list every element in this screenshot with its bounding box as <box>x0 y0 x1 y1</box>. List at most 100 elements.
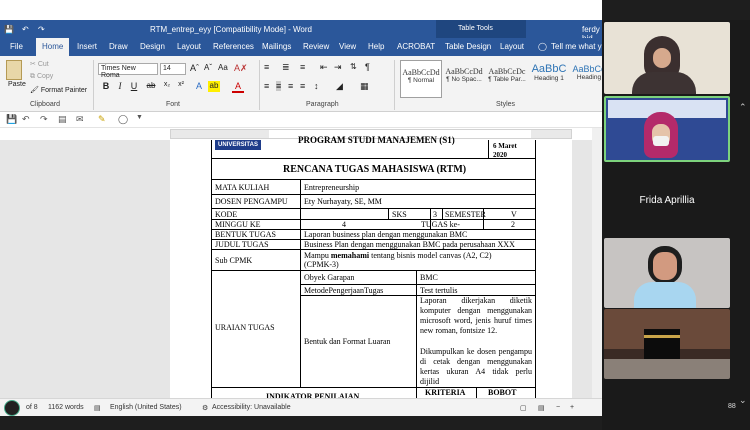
undo-icon[interactable]: ↶ <box>22 114 30 125</box>
increase-indent-icon[interactable]: ⇥ <box>334 62 342 73</box>
chevron-down-icon[interactable]: ⌄ <box>739 395 747 406</box>
borders-icon[interactable]: ▦ <box>360 81 369 92</box>
save-icon[interactable]: 💾 <box>6 114 17 125</box>
email-icon[interactable]: ✉ <box>76 114 84 125</box>
style-normal[interactable]: AaBbCcDd ¶ Normal <box>400 60 442 98</box>
highlighter-icon[interactable]: ✎ <box>98 114 106 125</box>
undo-icon[interactable]: ↶ <box>22 25 29 34</box>
shapes-icon[interactable]: ◯ <box>118 114 128 125</box>
tab-insert[interactable]: Insert <box>77 42 97 51</box>
redo-icon[interactable]: ↷ <box>38 25 45 34</box>
tab-home[interactable]: Home <box>36 38 70 56</box>
participant-video-2[interactable] <box>604 96 730 162</box>
semester-value[interactable]: V <box>511 210 517 219</box>
align-left-icon[interactable]: ≡ <box>264 81 269 91</box>
participant-face <box>653 252 677 280</box>
redo-icon[interactable]: ↷ <box>40 114 48 125</box>
word-count[interactable]: 1162 words <box>48 404 84 411</box>
style-heading-1[interactable]: AaBbC Heading 1 <box>528 60 570 98</box>
zoom-in-icon[interactable]: + <box>570 404 574 411</box>
align-center-icon[interactable]: ≡ <box>276 81 282 91</box>
sks-value[interactable]: 3 <box>433 210 437 219</box>
underline-button[interactable]: U <box>128 81 140 91</box>
font-name-select[interactable]: Times New Roma <box>98 63 158 79</box>
read-mode-icon[interactable]: ▤ <box>538 404 545 412</box>
metode-value[interactable]: Test tertulis <box>420 286 457 295</box>
style-no-spacing[interactable]: AaBbCcDd ¶ No Spac... <box>443 60 485 98</box>
superscript-button[interactable]: x² <box>175 81 187 88</box>
judul-value[interactable]: Business Plan dengan menggunakan BMC pad… <box>304 240 515 249</box>
tugas-ke-value[interactable]: 2 <box>511 220 515 229</box>
tab-file[interactable]: File <box>10 42 23 51</box>
copy-button[interactable]: ⧉ Copy <box>30 73 53 81</box>
tab-design[interactable]: Design <box>140 42 165 51</box>
participant-video-4[interactable] <box>604 309 730 379</box>
obyek-value[interactable]: BMC <box>420 273 438 282</box>
save-icon[interactable]: 💾 <box>4 25 14 34</box>
tab-references[interactable]: References <box>213 42 254 51</box>
clear-format-icon[interactable]: A✗ <box>234 63 248 74</box>
focus-icon[interactable]: ▢ <box>520 404 527 412</box>
decrease-indent-icon[interactable]: ⇤ <box>320 62 328 73</box>
accessibility-status[interactable]: Accessibility: Unavailable <box>212 404 291 411</box>
tab-layout[interactable]: Layout <box>177 42 201 51</box>
font-size-select[interactable]: 14 <box>160 63 186 75</box>
tab-review[interactable]: Review <box>303 42 329 51</box>
shading-icon[interactable]: ◢ <box>336 81 343 92</box>
dosen-value[interactable]: Ety Nurhayaty, SE, MM <box>304 197 382 206</box>
align-right-icon[interactable]: ≡ <box>288 81 293 91</box>
shrink-font-icon[interactable]: Aˇ <box>204 63 212 72</box>
strikethrough-button[interactable]: ab <box>145 81 157 90</box>
pilcrow-icon[interactable]: ¶ <box>365 62 370 72</box>
tab-table-layout[interactable]: Layout <box>500 42 524 51</box>
sort-icon[interactable]: ⇅ <box>350 62 357 71</box>
minggu-value[interactable]: 4 <box>342 220 346 229</box>
page-count[interactable]: of 8 <box>26 404 38 411</box>
highlight-icon[interactable]: ab <box>208 81 220 92</box>
text-effects-icon[interactable]: A <box>193 81 205 91</box>
subscript-button[interactable]: x₂ <box>161 81 173 88</box>
numbering-icon[interactable]: ≣ <box>282 62 290 73</box>
grow-font-icon[interactable]: Aˆ <box>190 63 199 73</box>
zoom-out-icon[interactable]: − <box>556 404 560 411</box>
chevron-up-icon[interactable]: ⌃ <box>739 102 747 113</box>
participant-video-1[interactable] <box>604 22 730 94</box>
paste-button[interactable]: Paste <box>8 81 26 88</box>
style-heading-2[interactable]: AaBbCc Heading <box>568 60 602 98</box>
print-preview-icon[interactable]: ▤ <box>58 114 67 125</box>
format-painter-button[interactable]: 🖌 Format Painter <box>30 86 87 94</box>
date-line-1: 6 Maret <box>493 142 517 150</box>
change-case-icon[interactable]: Aa <box>218 63 228 72</box>
participant-shirt <box>634 282 696 308</box>
tab-help[interactable]: Help <box>368 42 384 51</box>
bentuk-value[interactable]: Laporan business plan dengan menggunakan… <box>304 230 467 239</box>
customize-qat-icon[interactable]: ▼ <box>136 114 143 121</box>
multilevel-list-icon[interactable]: ≡ <box>300 62 305 72</box>
luaran-paragraph-1[interactable]: Laporan dikerjakan diketik komputer deng… <box>420 296 532 336</box>
bentuk-label: BENTUK TUGAS <box>215 230 276 239</box>
participant-video-3[interactable] <box>604 238 730 308</box>
document-page[interactable]: UNIVERSITAS PROGRAM STUDI MANAJEMEN (S1)… <box>170 135 572 401</box>
proofing-icon[interactable]: ▤ <box>94 404 101 412</box>
subcpmk-value[interactable]: Mampu memahami tentang bisnis model canv… <box>304 251 492 260</box>
tab-mailings[interactable]: Mailings <box>262 42 291 51</box>
line-spacing-icon[interactable]: ↕ <box>314 81 319 91</box>
language[interactable]: English (United States) <box>110 404 182 411</box>
style-table-paragraph[interactable]: AaBbCcDc ¶ Table Par... <box>486 60 528 98</box>
participant-tile-name[interactable]: Frida Aprillia <box>604 167 730 235</box>
bold-button[interactable]: B <box>100 81 112 91</box>
cut-button[interactable]: ✂ Cut <box>30 60 49 68</box>
luaran-paragraph-2[interactable]: Dikumpulkan ke dosen pengampu di cetak d… <box>420 347 532 387</box>
mata-kuliah-value[interactable]: Entrepreneurship <box>304 183 359 192</box>
tab-draw[interactable]: Draw <box>109 42 128 51</box>
tab-table-design[interactable]: Table Design <box>445 42 491 51</box>
tell-me-input[interactable]: Tell me what you <box>551 42 602 51</box>
tab-acrobat[interactable]: ACROBAT <box>397 42 435 51</box>
italic-button[interactable]: I <box>114 81 126 91</box>
font-color-icon[interactable]: A <box>232 81 244 93</box>
paste-icon[interactable] <box>6 60 22 80</box>
vertical-scrollbar[interactable] <box>592 128 602 398</box>
justify-icon[interactable]: ≡ <box>300 81 305 91</box>
bullets-icon[interactable]: ≡ <box>264 62 269 72</box>
tab-view[interactable]: View <box>339 42 356 51</box>
